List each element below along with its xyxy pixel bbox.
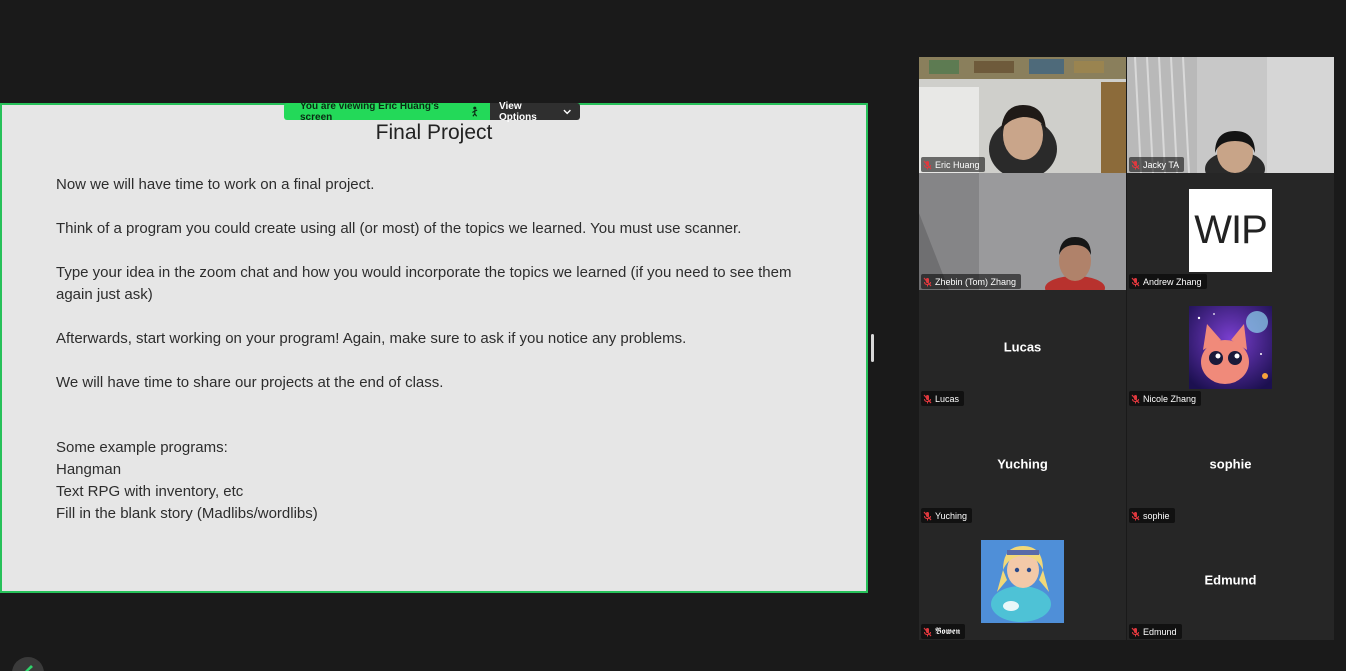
muted-mic-icon <box>923 277 932 286</box>
chevron-down-icon <box>563 109 571 114</box>
participant-tile-zhebin-zhang[interactable]: Zhebin (Tom) Zhang <box>919 173 1126 290</box>
participant-video <box>919 57 1126 173</box>
participant-name: Nicole Zhang <box>1143 393 1197 404</box>
example-item: Fill in the blank story (Madlibs/wordlib… <box>56 505 318 522</box>
slide-paragraph: We will have time to share our projects … <box>56 374 444 391</box>
presentation-slide: Final Project Now we will have time to w… <box>0 103 868 593</box>
muted-mic-icon <box>1131 277 1140 286</box>
participant-name-label: Zhebin (Tom) Zhang <box>921 274 1022 289</box>
participant-name: Lucas <box>935 393 960 404</box>
participant-tile-nicole-zhang[interactable]: Nicole Zhang <box>1127 290 1334 407</box>
muted-mic-icon <box>1131 394 1140 403</box>
participant-name: Jacky TA <box>1143 159 1180 170</box>
galaxy-cat-avatar-icon <box>1189 306 1272 389</box>
view-options-button[interactable]: View Options <box>490 100 580 123</box>
slide-title: Final Project <box>375 121 493 144</box>
muted-mic-icon <box>1131 511 1140 520</box>
participant-name-label: Nicole Zhang <box>1129 391 1202 406</box>
muted-mic-icon <box>923 627 932 636</box>
muted-mic-icon <box>1131 160 1140 169</box>
participant-tile-eric-huang[interactable]: Eric Huang <box>919 57 1126 173</box>
muted-mic-icon <box>923 160 932 169</box>
slide-paragraph: Type your idea in the zoom chat and how … <box>56 264 792 303</box>
participant-name-label: Lucas <box>921 391 965 406</box>
view-options-label: View Options <box>499 100 537 123</box>
participant-tile-bowen[interactable]: 𝕭𝖔𝖜𝖊𝖓 <box>919 524 1126 640</box>
example-item: Hangman <box>56 461 122 478</box>
presenter-icon <box>472 106 478 117</box>
annotate-button[interactable] <box>12 657 44 671</box>
participant-display-name: Yuching <box>997 456 1048 472</box>
participant-tile-andrew-zhang[interactable]: WIP Andrew Zhang <box>1127 173 1334 290</box>
participant-tile-jacky-ta[interactable]: Jacky TA <box>1127 57 1334 173</box>
screen-share-banner: You are viewing Eric Huang's screen View… <box>284 100 580 123</box>
slide-paragraph: Now we will have time to work on a final… <box>56 176 375 193</box>
participant-display-name: Lucas <box>1003 339 1042 355</box>
participant-name-label: sophie <box>1129 508 1175 523</box>
participant-name: sophie <box>1143 510 1170 521</box>
share-status-text: You are viewing Eric Huang's screen <box>300 100 439 123</box>
participant-display-name: Edmund <box>1204 572 1257 588</box>
participant-video <box>1127 57 1334 173</box>
shared-screen-area: You are viewing Eric Huang's screen View… <box>0 0 877 671</box>
participant-grid: Eric Huang Jacky TA Zhebin (Tom) Zhang W… <box>919 57 1334 640</box>
participant-tile-edmund[interactable]: Edmund Edmund <box>1127 524 1334 640</box>
muted-mic-icon <box>923 511 932 520</box>
slide-body: Now we will have time to work on a final… <box>56 174 816 525</box>
participant-name-label: Andrew Zhang <box>1129 274 1207 289</box>
participant-name: Zhebin (Tom) Zhang <box>935 276 1017 287</box>
cartoon-hero-avatar-icon <box>981 540 1064 623</box>
participant-name: Eric Huang <box>935 159 980 170</box>
panel-resize-handle[interactable] <box>871 334 874 362</box>
participant-tile-yuching[interactable]: Yuching Yuching <box>919 407 1126 524</box>
gallery-view-panel: Eric Huang Jacky TA Zhebin (Tom) Zhang W… <box>877 0 1346 671</box>
participant-name: 𝕭𝖔𝖜𝖊𝖓 <box>935 626 961 636</box>
slide-paragraph: Afterwards, start working on your progra… <box>56 330 687 347</box>
slide-paragraph: Think of a program you could create usin… <box>56 220 742 237</box>
example-item: Text RPG with inventory, etc <box>56 483 244 500</box>
participant-tile-sophie[interactable]: sophie sophie <box>1127 407 1334 524</box>
participant-name-label: Yuching <box>921 508 973 523</box>
participant-tile-lucas[interactable]: Lucas Lucas <box>919 290 1126 407</box>
participant-name: Edmund <box>1143 626 1177 637</box>
participant-name-label: Eric Huang <box>921 157 985 172</box>
pencil-icon <box>25 665 33 671</box>
participant-name-label: 𝕭𝖔𝖜𝖊𝖓 <box>921 624 966 639</box>
muted-mic-icon <box>1131 627 1140 636</box>
participant-display-name: sophie <box>1209 456 1252 472</box>
examples-heading: Some example programs: <box>56 439 228 456</box>
participant-name: Yuching <box>935 510 968 521</box>
participant-name-label: Jacky TA <box>1129 157 1185 172</box>
avatar-text: WIP <box>1194 208 1268 252</box>
participant-name: Andrew Zhang <box>1143 276 1202 287</box>
share-status-indicator: You are viewing Eric Huang's screen <box>284 100 490 123</box>
zoom-meeting-window: You are viewing Eric Huang's screen View… <box>0 0 1346 671</box>
participant-name-label: Edmund <box>1129 624 1182 639</box>
muted-mic-icon <box>923 394 932 403</box>
profile-picture: WIP <box>1189 189 1272 272</box>
participant-video <box>919 173 1126 290</box>
